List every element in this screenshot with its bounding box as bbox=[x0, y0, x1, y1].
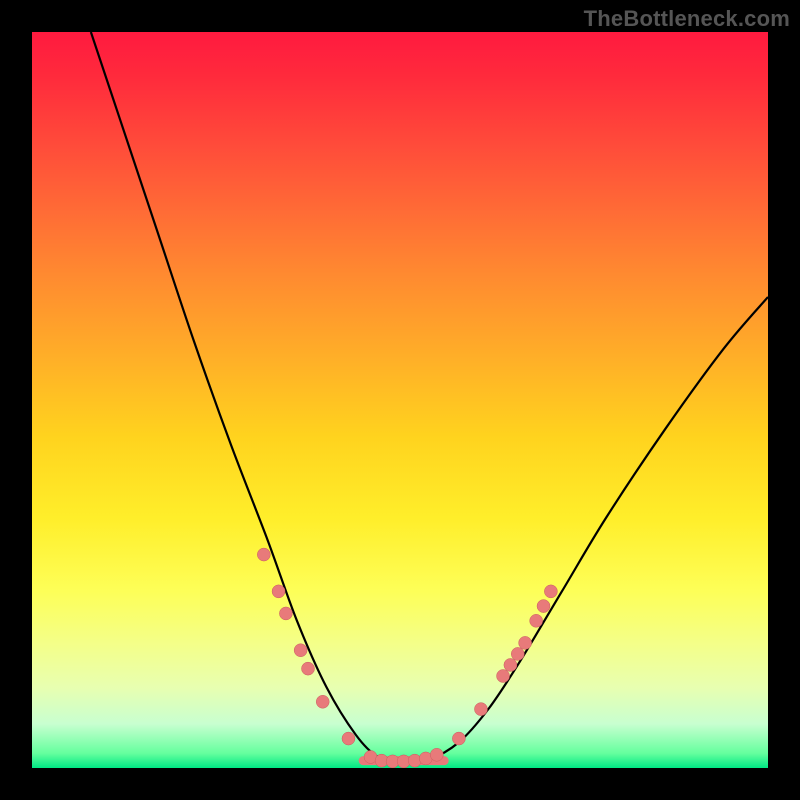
attribution-watermark: TheBottleneck.com bbox=[584, 6, 790, 32]
data-marker bbox=[279, 607, 292, 620]
data-marker bbox=[452, 732, 465, 745]
data-marker bbox=[519, 636, 532, 649]
data-marker bbox=[408, 754, 421, 767]
data-marker bbox=[511, 647, 524, 660]
data-marker bbox=[294, 644, 307, 657]
data-marker bbox=[537, 600, 550, 613]
data-marker bbox=[272, 585, 285, 598]
data-marker bbox=[342, 732, 355, 745]
data-marker bbox=[302, 662, 315, 675]
data-marker bbox=[530, 614, 543, 627]
bottleneck-curve-svg bbox=[32, 32, 768, 768]
data-marker bbox=[474, 703, 487, 716]
data-marker bbox=[316, 695, 329, 708]
data-marker bbox=[257, 548, 270, 561]
data-marker bbox=[497, 670, 510, 683]
chart-frame: TheBottleneck.com bbox=[0, 0, 800, 800]
data-marker bbox=[504, 658, 517, 671]
bottleneck-curve-line bbox=[91, 32, 768, 762]
data-marker bbox=[544, 585, 557, 598]
data-marker bbox=[430, 748, 443, 761]
plot-area bbox=[32, 32, 768, 768]
